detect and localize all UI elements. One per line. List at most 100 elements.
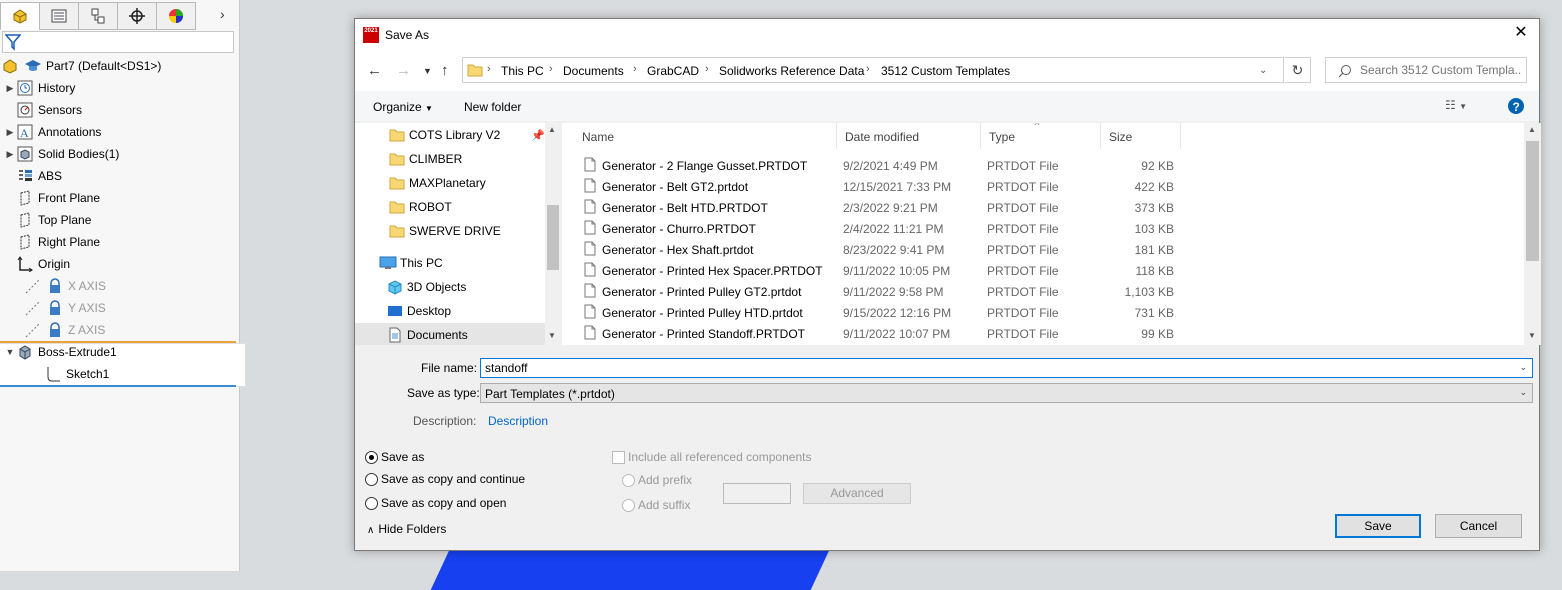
breadcrumb-grabcad[interactable]: GrabCAD bbox=[647, 64, 699, 78]
tree-node-top-plane[interactable]: Top Plane bbox=[4, 210, 91, 230]
refresh-icon[interactable]: ↻ bbox=[1285, 57, 1311, 83]
chevron-down-icon[interactable]: ⌄ bbox=[1519, 387, 1527, 398]
hide-folders-toggle[interactable]: ∧ Hide Folders bbox=[367, 522, 446, 536]
tree-node-front-plane[interactable]: Front Plane bbox=[4, 188, 100, 208]
advanced-button[interactable]: Advanced bbox=[803, 483, 911, 504]
file-scrollbar[interactable]: ▲ ▼ bbox=[1524, 123, 1541, 345]
file-row[interactable]: Generator - Printed Standoff.PRTDOT 9/11/… bbox=[580, 323, 1522, 344]
radio-add-prefix[interactable]: Add prefix bbox=[622, 473, 692, 487]
nav-item-cots-library[interactable]: COTS Library V2 📌 bbox=[355, 123, 545, 147]
nav-item-this-pc[interactable]: This PC bbox=[355, 251, 545, 275]
file-name-field[interactable]: ⌄ bbox=[480, 358, 1533, 378]
search-input[interactable] bbox=[1360, 63, 1522, 77]
file-row[interactable]: Generator - Printed Pulley HTD.prtdot 9/1… bbox=[580, 302, 1522, 323]
up-arrow-icon[interactable]: ↑ bbox=[441, 62, 449, 79]
nav-item-climber[interactable]: CLIMBER bbox=[355, 147, 545, 171]
file-row[interactable]: Generator - Belt HTD.PRTDOT 2/3/2022 9:21… bbox=[580, 197, 1522, 218]
expand-arrow-icon[interactable]: ▶ bbox=[4, 127, 16, 138]
tree-node-origin[interactable]: Origin bbox=[4, 254, 70, 274]
radio-circle-selected[interactable] bbox=[365, 450, 378, 464]
tree-node-x-axis[interactable]: X AXIS bbox=[24, 276, 106, 296]
tree-node-material[interactable]: ABS bbox=[4, 166, 62, 186]
chevron-right-icon[interactable]: › bbox=[220, 6, 225, 22]
scroll-down-icon[interactable]: ▼ bbox=[548, 331, 556, 340]
dimxpert-manager-tab[interactable] bbox=[117, 2, 157, 30]
tree-node-z-axis[interactable]: Z AXIS bbox=[24, 320, 105, 340]
expand-arrow-icon[interactable]: ▶ bbox=[4, 149, 16, 160]
nav-scroll-thumb[interactable] bbox=[547, 205, 559, 270]
configuration-manager-tab[interactable] bbox=[78, 2, 118, 30]
forward-arrow-icon[interactable]: → bbox=[396, 62, 411, 79]
scroll-down-icon[interactable]: ▼ bbox=[1528, 331, 1536, 340]
column-header-name[interactable]: Name bbox=[574, 123, 837, 149]
nav-scrollbar[interactable]: ▲ ▼ bbox=[545, 123, 561, 345]
collapse-arrow-icon[interactable]: ▼ bbox=[4, 347, 16, 357]
include-references-checkbox[interactable]: Include all referenced components bbox=[612, 450, 811, 464]
breadcrumb-solidworks-reference[interactable]: Solidworks Reference Data bbox=[719, 64, 864, 78]
view-options-icon[interactable]: ☷ ▼ bbox=[1445, 98, 1467, 112]
tree-part-root[interactable]: Part7 (Default<DS1>) bbox=[2, 56, 161, 76]
tree-node-history[interactable]: ▶ History bbox=[4, 78, 75, 98]
radio-save-copy-continue[interactable]: Save as copy and continue bbox=[365, 472, 525, 486]
checkbox-box[interactable] bbox=[612, 450, 625, 464]
file-row[interactable]: Generator - Hex Shaft.prtdot 8/23/2022 9:… bbox=[580, 239, 1522, 260]
column-header-date[interactable]: Date modified bbox=[837, 123, 981, 149]
organize-menu[interactable]: Organize ▼ bbox=[373, 100, 433, 114]
radio-save-copy-open[interactable]: Save as copy and open bbox=[365, 496, 506, 510]
nav-item-desktop[interactable]: Desktop bbox=[355, 299, 545, 323]
tree-node-label: Front Plane bbox=[38, 191, 101, 205]
recent-locations-icon[interactable]: ▼ bbox=[423, 66, 432, 76]
column-header-size[interactable]: Size bbox=[1101, 123, 1181, 149]
close-icon[interactable]: ✕ bbox=[1511, 23, 1531, 43]
address-bar[interactable]: › This PC › Documents › GrabCAD › Solidw… bbox=[462, 57, 1284, 83]
search-box[interactable] bbox=[1325, 57, 1527, 83]
nav-item-maxplanetary[interactable]: MAXPlanetary bbox=[355, 171, 545, 195]
back-arrow-icon[interactable]: ← bbox=[367, 62, 382, 79]
chevron-down-icon[interactable]: ⌄ bbox=[1259, 65, 1267, 76]
scroll-up-icon[interactable]: ▲ bbox=[548, 125, 556, 134]
breadcrumb-this-pc[interactable]: This PC bbox=[501, 64, 544, 78]
tree-node-annotations[interactable]: ▶ A Annotations bbox=[4, 122, 101, 142]
property-manager-tab[interactable] bbox=[39, 2, 79, 30]
tree-filter[interactable] bbox=[2, 31, 234, 53]
help-icon[interactable]: ? bbox=[1507, 97, 1525, 115]
tree-node-sketch[interactable]: Sketch1 bbox=[44, 364, 109, 384]
tree-node-y-axis[interactable]: Y AXIS bbox=[24, 298, 106, 318]
nav-item-swerve-drive[interactable]: SWERVE DRIVE bbox=[355, 219, 545, 243]
file-scroll-thumb[interactable] bbox=[1526, 141, 1539, 261]
radio-circle[interactable] bbox=[622, 498, 635, 512]
file-row[interactable]: Generator - Printed Pulley GT2.prtdot 9/1… bbox=[580, 281, 1522, 302]
file-row[interactable]: Generator - Belt GT2.prtdot 12/15/2021 7:… bbox=[580, 176, 1522, 197]
tree-node-sensors[interactable]: Sensors bbox=[4, 100, 82, 120]
pin-icon[interactable]: 📌 bbox=[531, 129, 545, 142]
display-manager-tab[interactable] bbox=[156, 2, 196, 30]
file-row[interactable]: Generator - Printed Hex Spacer.PRTDOT 9/1… bbox=[580, 260, 1522, 281]
breadcrumb-documents[interactable]: Documents bbox=[563, 64, 624, 78]
radio-circle[interactable] bbox=[365, 472, 378, 486]
file-row[interactable]: Generator - Churro.PRTDOT 2/4/2022 11:21 … bbox=[580, 218, 1522, 239]
nav-item-robot[interactable]: ROBOT bbox=[355, 195, 545, 219]
save-button[interactable]: Save bbox=[1335, 514, 1421, 538]
tree-node-right-plane[interactable]: Right Plane bbox=[4, 232, 100, 252]
radio-circle[interactable] bbox=[622, 473, 635, 487]
feature-manager-tab[interactable] bbox=[0, 2, 40, 30]
file-row[interactable]: Generator - 2 Flange Gusset.PRTDOT 9/2/20… bbox=[580, 155, 1522, 176]
save-as-type-select[interactable]: Part Templates (*.prtdot) ⌄ bbox=[480, 383, 1533, 403]
radio-save-as[interactable]: Save as bbox=[365, 450, 424, 464]
file-name-input[interactable] bbox=[485, 361, 1505, 375]
nav-item-documents[interactable]: Documents bbox=[355, 323, 545, 345]
cancel-button[interactable]: Cancel bbox=[1435, 514, 1522, 538]
column-header-type[interactable]: Type ^ bbox=[981, 123, 1101, 149]
expand-arrow-icon[interactable]: ▶ bbox=[4, 83, 16, 94]
description-link[interactable]: Description bbox=[488, 414, 548, 428]
chevron-down-icon[interactable]: ⌄ bbox=[1519, 362, 1527, 373]
breadcrumb-custom-templates[interactable]: 3512 Custom Templates bbox=[881, 64, 1010, 78]
radio-circle[interactable] bbox=[365, 496, 378, 510]
tree-node-solid-bodies[interactable]: ▶ Solid Bodies(1) bbox=[4, 144, 119, 164]
radio-add-suffix[interactable]: Add suffix bbox=[622, 498, 690, 512]
nav-item-3d-objects[interactable]: 3D Objects bbox=[355, 275, 545, 299]
scroll-up-icon[interactable]: ▲ bbox=[1528, 125, 1536, 134]
prefix-suffix-input[interactable] bbox=[723, 483, 791, 504]
new-folder-button[interactable]: New folder bbox=[464, 100, 521, 114]
tree-node-boss-extrude[interactable]: ▼ Boss-Extrude1 bbox=[4, 342, 117, 362]
